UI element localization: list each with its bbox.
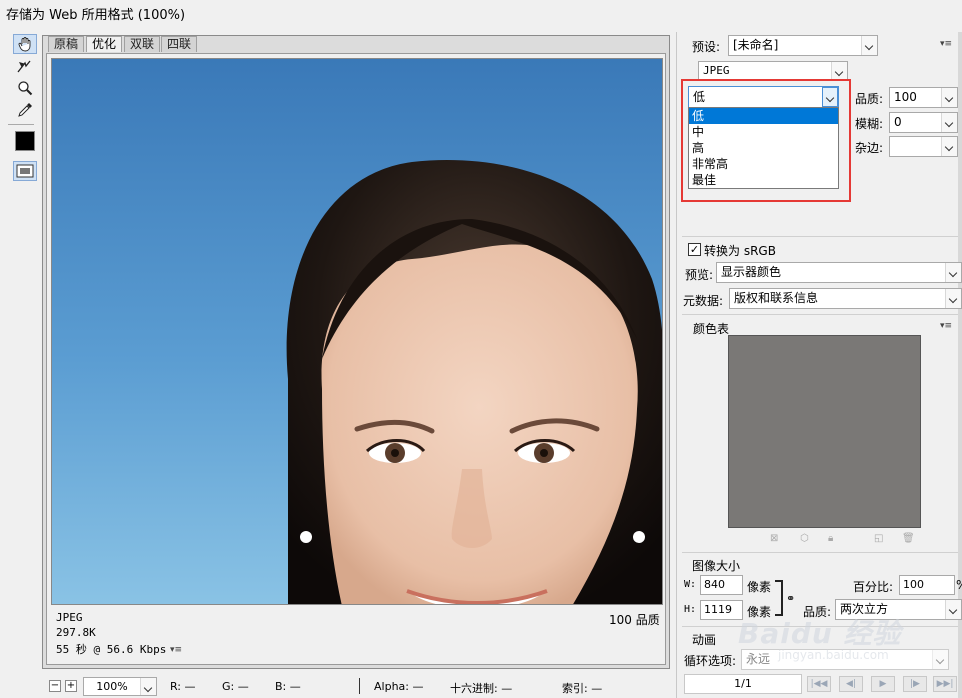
optimize-menu-icon[interactable]: ▾≡ [938, 39, 954, 49]
metadata-select[interactable]: 版权和联系信息 [729, 288, 962, 309]
last-frame-button[interactable]: ▶▶| [933, 676, 957, 692]
tool-panel [5, 32, 37, 187]
image-file-size: 297.8K [56, 626, 96, 639]
width-unit: 像素 [747, 580, 772, 594]
alpha-readout: Alpha: — [374, 680, 424, 693]
lock-color-icon[interactable]: 🔒︎ [828, 533, 833, 544]
blue-readout: B: — [275, 680, 301, 693]
image-quality-info: 100 品质 [609, 613, 660, 627]
play-button[interactable]: ▶ [871, 676, 895, 692]
annotation-highlight-box [681, 79, 851, 202]
zoom-level-select[interactable]: 100% [83, 677, 157, 696]
preset-value: [未命名] [733, 38, 779, 52]
optimized-image-canvas[interactable] [51, 58, 663, 605]
file-format-select[interactable]: JPEG [698, 61, 848, 80]
tab-optimized[interactable]: 优化 [86, 36, 123, 52]
image-format: JPEG [56, 611, 83, 624]
map-transparency-icon[interactable]: ⊠ [770, 533, 778, 544]
blur-label: 模糊: [855, 117, 884, 131]
file-format-value: JPEG [703, 64, 730, 77]
zoom-icon[interactable] [13, 78, 37, 98]
portrait-photo [52, 59, 662, 604]
matte-label: 杂边: [855, 141, 884, 155]
watermark-text: Baidu 经验 [738, 617, 902, 650]
width-label: W: [684, 579, 697, 590]
convert-srgb-label: 转换为 sRGB [704, 244, 776, 258]
preset-select[interactable]: [未命名] [728, 35, 878, 56]
download-time: 55 秒 @ 56.6 Kbps [56, 643, 167, 656]
convert-srgb-checkbox[interactable]: ✓ [688, 243, 701, 256]
tab-4-up[interactable]: 四联 [161, 36, 198, 52]
height-label: H: [684, 604, 697, 615]
delete-color-icon[interactable]: 🗑︎ [902, 533, 915, 544]
zoom-out-button[interactable]: − [49, 680, 61, 692]
quality-input[interactable]: 100 [889, 87, 958, 108]
new-color-icon[interactable]: ◱ [874, 533, 883, 544]
hex-readout: 十六进制: — [450, 682, 513, 695]
download-speed-menu-icon[interactable]: ▾≡ [168, 645, 184, 655]
animation-title: 动画 [692, 633, 717, 647]
preset-label: 预设: [692, 40, 721, 54]
width-input[interactable]: 840 [700, 575, 743, 595]
green-readout: G: — [222, 680, 249, 693]
percent-unit: % [956, 578, 962, 592]
preview-select[interactable]: 显示器颜色 [716, 262, 962, 283]
tab-original[interactable]: 原稿 [48, 36, 85, 52]
baidu-watermark: Baidu 经验 jingyan.baidu.com [738, 612, 958, 662]
previous-frame-button[interactable]: ◀| [839, 676, 863, 692]
status-separator [359, 678, 360, 694]
blur-value: 0 [894, 115, 902, 129]
web-snap-icon[interactable]: ⬡ [800, 533, 809, 544]
index-readout: 索引: — [562, 682, 603, 695]
eyedropper-color-swatch[interactable] [13, 131, 37, 151]
hand-tool-icon[interactable] [13, 34, 37, 54]
quality-value: 100 [894, 90, 917, 104]
metadata-label: 元数据: [683, 294, 724, 308]
window-title: 存储为 Web 所用格式 (100%) [6, 8, 186, 23]
tab-2-up[interactable]: 双联 [124, 36, 161, 52]
color-table-menu-icon[interactable]: ▾≡ [938, 321, 954, 331]
constrain-proportions-link-icon[interactable] [775, 580, 783, 616]
quality-label: 品质: [855, 92, 884, 106]
zoom-level-value: 100% [96, 680, 128, 693]
zoom-in-button[interactable]: + [65, 680, 77, 692]
chain-icon: ⚭ [786, 592, 796, 605]
slice-select-icon[interactable] [13, 56, 37, 76]
frame-counter: 1/1 [734, 677, 752, 690]
tool-separator [8, 124, 34, 125]
preview-label: 预览: [685, 268, 714, 282]
image-size-separator [682, 552, 958, 553]
preview-value: 显示器颜色 [721, 265, 782, 279]
red-readout: R: — [170, 680, 196, 693]
next-frame-button[interactable]: |▶ [903, 676, 927, 692]
eyedropper-icon[interactable] [13, 100, 37, 120]
frame-counter-box: 1/1 [684, 674, 802, 694]
percent-label: 百分比: [853, 580, 894, 594]
color-table-swatch[interactable] [728, 335, 921, 528]
toggle-slices-icon[interactable] [13, 161, 37, 181]
image-size-title: 图像大小 [692, 559, 741, 573]
matte-select[interactable] [889, 136, 958, 157]
panel-separator-vertical [676, 32, 677, 698]
color-table-separator [682, 314, 958, 315]
height-input[interactable]: 1119 [700, 600, 743, 620]
settings-separator [682, 236, 958, 237]
watermark-subtext: jingyan.baidu.com [778, 648, 889, 662]
loop-options-label: 循环选项: [684, 654, 737, 668]
color-table-toolbar: ⊠ ⬡ 🔒︎ ◱ 🗑︎ [770, 533, 920, 545]
color-table-title: 颜色表 [693, 322, 730, 336]
metadata-value: 版权和联系信息 [734, 291, 819, 305]
first-frame-button[interactable]: |◀◀ [807, 676, 831, 692]
blur-input[interactable]: 0 [889, 112, 958, 133]
percent-input[interactable]: 100 [899, 575, 955, 595]
